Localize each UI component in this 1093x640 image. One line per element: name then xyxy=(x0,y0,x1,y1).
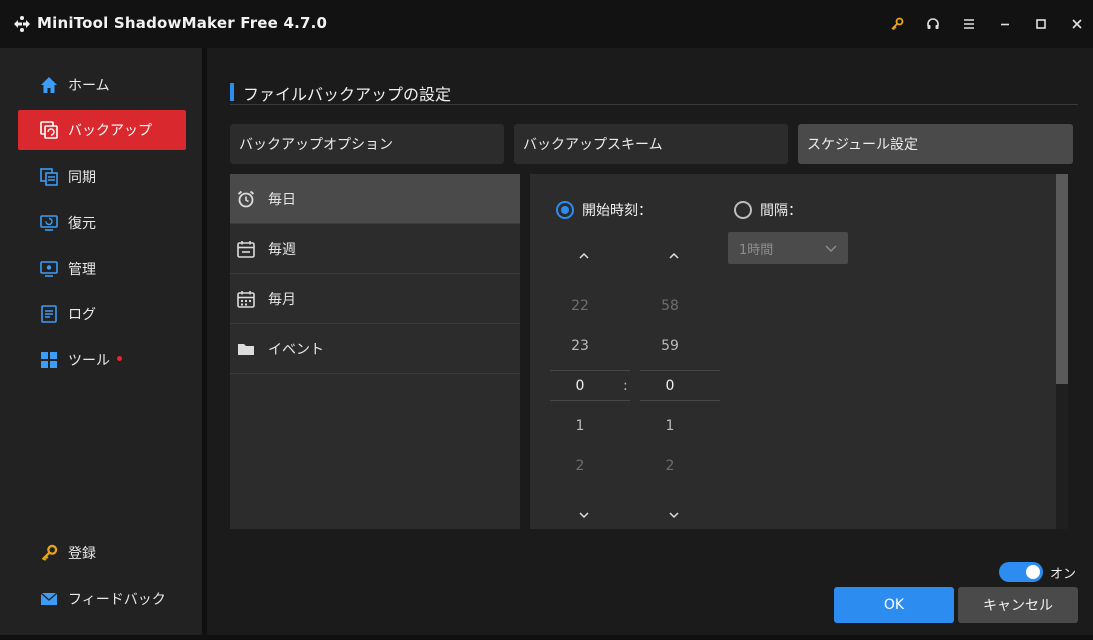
sidebar-item-label: 登録 xyxy=(68,546,96,562)
sidebar-item-label: ホーム xyxy=(68,78,110,94)
maximize-icon[interactable] xyxy=(1029,12,1053,36)
schedule-detail-panel: 開始時刻： 間隔： 1時間 22 23 0 1 2 : 58 59 0 1 2 xyxy=(530,174,1068,529)
tools-icon xyxy=(39,350,59,370)
notification-dot xyxy=(117,355,122,361)
minute-value[interactable]: 58 xyxy=(630,298,710,314)
chevron-up-icon xyxy=(669,252,679,259)
minute-selection-line xyxy=(640,370,720,371)
sidebar-item-restore[interactable]: 復元 xyxy=(18,203,186,243)
sidebar-item-feedback[interactable]: フィードバック xyxy=(18,579,186,619)
interval-radio[interactable]: 間隔： xyxy=(734,200,802,220)
time-separator: : xyxy=(623,378,628,394)
list-item-label: 毎日 xyxy=(268,191,296,208)
list-item-label: 毎週 xyxy=(268,241,296,258)
main-panel: ファイルバックアップの設定 バックアップオプション バックアップスキーム スケジ… xyxy=(207,48,1093,635)
calendar-month-icon xyxy=(236,289,256,309)
headset-icon[interactable] xyxy=(921,12,945,36)
menu-icon[interactable] xyxy=(957,12,981,36)
folder-icon xyxy=(236,339,256,359)
backup-icon xyxy=(39,120,59,140)
window-bottom-edge xyxy=(0,635,1093,640)
sidebar-item-label: ログ xyxy=(68,307,96,323)
sidebar-item-sync[interactable]: 同期 xyxy=(18,157,186,197)
chevron-up-icon xyxy=(579,252,589,259)
sidebar-item-label: 復元 xyxy=(68,216,96,232)
hour-current-value[interactable]: 0 xyxy=(540,378,620,394)
app-logo-icon xyxy=(14,16,30,32)
schedule-type-weekly[interactable]: 毎週 xyxy=(230,224,520,274)
start-time-radio[interactable]: 開始時刻： xyxy=(556,200,652,220)
chevron-down-icon xyxy=(579,512,589,519)
minute-value[interactable]: 59 xyxy=(630,338,710,354)
schedule-type-list: 毎日 毎週 毎月 イベント xyxy=(230,174,520,529)
minute-value[interactable]: 2 xyxy=(630,458,710,474)
hour-value[interactable]: 1 xyxy=(540,418,620,434)
key-icon xyxy=(39,543,59,563)
hour-value[interactable]: 22 xyxy=(540,298,620,314)
schedule-toggle[interactable] xyxy=(999,562,1043,582)
page-title: ファイルバックアップの設定 xyxy=(243,85,452,104)
log-icon xyxy=(39,304,59,324)
sidebar-item-label: ツール xyxy=(68,353,110,369)
hour-selection-line xyxy=(550,370,630,371)
list-item-label: 毎月 xyxy=(268,291,296,308)
scrollbar[interactable] xyxy=(1056,174,1068,529)
scrollbar-thumb[interactable] xyxy=(1056,174,1068,384)
ok-button[interactable]: OK xyxy=(834,587,954,623)
start-time-label: 開始時刻： xyxy=(582,203,652,219)
schedule-type-daily[interactable]: 毎日 xyxy=(230,174,520,224)
sidebar-item-label: フィードバック xyxy=(68,592,166,608)
interval-value: 1時間 xyxy=(739,242,774,258)
title-bar: MiniTool ShadowMaker Free 4.7.0 xyxy=(0,0,1093,48)
chevron-down-icon xyxy=(669,512,679,519)
sidebar-item-register[interactable]: 登録 xyxy=(18,533,186,573)
sidebar-item-label: 管理 xyxy=(68,262,96,278)
schedule-type-event[interactable]: イベント xyxy=(230,324,520,374)
sidebar: ホーム バックアップ 同期 復元 管理 ログ ツール 登録 フィードバック xyxy=(0,48,202,635)
mail-icon xyxy=(39,589,59,609)
home-icon xyxy=(39,75,59,95)
radio-unselected xyxy=(734,201,752,219)
section-header: ファイルバックアップの設定 xyxy=(230,81,1078,105)
sidebar-item-manage[interactable]: 管理 xyxy=(18,249,186,289)
restore-icon xyxy=(39,213,59,233)
interval-label: 間隔： xyxy=(760,203,802,219)
sidebar-item-label: 同期 xyxy=(68,170,96,186)
hour-value[interactable]: 23 xyxy=(540,338,620,354)
toggle-label: オン xyxy=(1050,567,1077,582)
tab-backup-scheme[interactable]: バックアップスキーム xyxy=(514,124,788,164)
hour-selection-line xyxy=(550,400,630,401)
key-icon[interactable] xyxy=(885,12,909,36)
interval-select: 1時間 xyxy=(728,232,848,264)
chevron-down-icon xyxy=(825,245,837,252)
minute-down-button[interactable] xyxy=(634,505,714,525)
sidebar-item-tools[interactable]: ツール xyxy=(18,340,186,380)
list-item-label: イベント xyxy=(268,341,324,358)
manage-icon xyxy=(39,259,59,279)
sync-icon xyxy=(39,167,59,187)
app-title: MiniTool ShadowMaker Free 4.7.0 xyxy=(37,14,328,32)
hour-value[interactable]: 2 xyxy=(540,458,620,474)
tab-schedule-settings[interactable]: スケジュール設定 xyxy=(798,124,1073,164)
sidebar-item-backup[interactable]: バックアップ xyxy=(18,110,186,150)
sidebar-item-log[interactable]: ログ xyxy=(18,294,186,334)
minute-selection-line xyxy=(640,400,720,401)
sidebar-item-home[interactable]: ホーム xyxy=(18,65,186,105)
minute-current-value[interactable]: 0 xyxy=(630,378,710,394)
sidebar-item-label: バックアップ xyxy=(68,123,152,139)
cancel-button[interactable]: キャンセル xyxy=(958,587,1078,623)
close-icon[interactable] xyxy=(1065,12,1089,36)
section-accent-bar xyxy=(230,83,234,101)
hour-up-button[interactable] xyxy=(544,246,624,266)
alarm-clock-icon xyxy=(236,189,256,209)
tab-backup-options[interactable]: バックアップオプション xyxy=(230,124,504,164)
minute-value[interactable]: 1 xyxy=(630,418,710,434)
minimize-icon[interactable] xyxy=(993,12,1017,36)
radio-selected xyxy=(556,201,574,219)
minute-up-button[interactable] xyxy=(634,246,714,266)
calendar-week-icon xyxy=(236,239,256,259)
toggle-knob xyxy=(1026,565,1040,579)
hour-down-button[interactable] xyxy=(544,505,624,525)
schedule-type-monthly[interactable]: 毎月 xyxy=(230,274,520,324)
